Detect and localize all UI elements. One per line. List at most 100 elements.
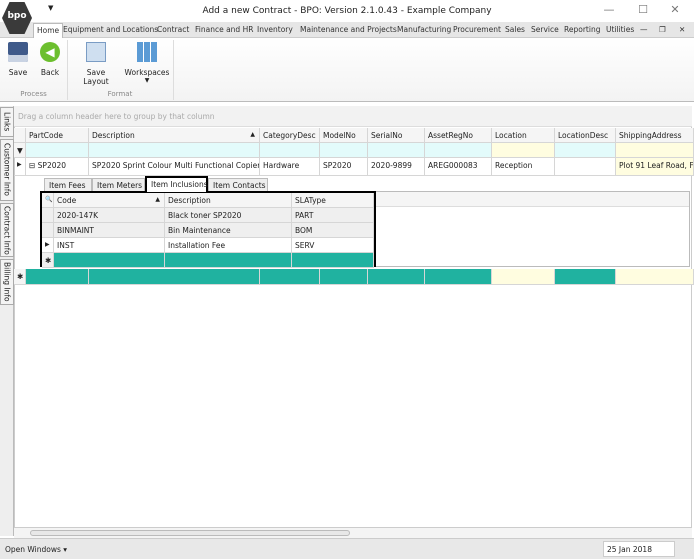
mdi-minimize[interactable]: — <box>640 25 648 34</box>
expand-collapse-icon[interactable]: ⊟ <box>29 161 38 170</box>
ribbon: Save ◀ Back Save Layout Workspaces ▼ Proc… <box>0 38 694 102</box>
filter-modelno[interactable] <box>320 143 368 158</box>
list-item[interactable]: 2020-147K Black toner SP2020 PART <box>42 208 374 223</box>
tab-home[interactable]: Home <box>33 23 64 39</box>
col-description-label: Description <box>92 131 135 140</box>
workspaces-grid-icon <box>137 42 157 62</box>
detail-new-row[interactable]: ✱ <box>42 253 374 268</box>
tab-contract[interactable]: Contract <box>157 25 189 34</box>
col-shippingaddress[interactable]: ShippingAddress <box>616 128 694 143</box>
cell-location: Reception <box>492 158 555 176</box>
grid-new-row[interactable]: ✱ <box>14 269 694 285</box>
col-modelno[interactable]: ModelNo <box>320 128 368 143</box>
cell-code: INST <box>54 238 165 253</box>
filter-location[interactable] <box>492 143 555 158</box>
window-title: Add a new Contract - BPO: Version 2.1.0.… <box>202 6 492 16</box>
tab-manufacturing[interactable]: Manufacturing <box>397 25 451 34</box>
col-categorydesc[interactable]: CategoryDesc <box>260 128 320 143</box>
new-partcode[interactable] <box>26 269 89 285</box>
cell-shippingaddress: Plot 91 Leaf Road, Fo <box>616 158 694 176</box>
new-code[interactable] <box>54 253 165 268</box>
open-windows-button[interactable]: Open Windows ▾ <box>5 545 67 554</box>
row-indicator-header <box>14 128 26 143</box>
new-shippingaddress[interactable] <box>616 269 694 285</box>
tab-item-contacts[interactable]: Item Contacts <box>208 178 268 192</box>
save-layout-label: Save Layout <box>83 68 109 86</box>
mdi-close[interactable]: ✕ <box>679 25 685 34</box>
partcode-value: SP2020 <box>37 161 67 170</box>
cell-partcode: ⊟ SP2020 <box>26 158 89 176</box>
new-slatype[interactable] <box>292 253 374 268</box>
new-description[interactable] <box>165 253 292 268</box>
cell-slatype: PART <box>292 208 374 223</box>
new-serialno[interactable] <box>368 269 425 285</box>
side-tab-billing-info[interactable]: Billing Info <box>0 259 14 305</box>
filter-categorydesc[interactable] <box>260 143 320 158</box>
scrollbar-thumb[interactable] <box>30 530 350 536</box>
filter-shippingaddress[interactable] <box>616 143 694 158</box>
side-tab-contract-info[interactable]: Contract Info <box>0 203 14 257</box>
col-detail-description[interactable]: Description <box>165 193 292 208</box>
cell-serialno: 2020-9899 <box>368 158 425 176</box>
back-label: Back <box>40 68 60 77</box>
col-locationdesc[interactable]: LocationDesc <box>555 128 616 143</box>
col-slatype[interactable]: SLAType <box>292 193 374 208</box>
tab-equipment[interactable]: Equipment and Locations <box>63 25 158 34</box>
col-description[interactable]: Description ▲ <box>89 128 260 143</box>
grid-header-row: PartCode Description ▲ CategoryDesc Model… <box>14 128 694 143</box>
group-label-process: Process <box>20 90 47 98</box>
tab-service[interactable]: Service <box>531 25 559 34</box>
tab-sales[interactable]: Sales <box>505 25 525 34</box>
save-layout-button[interactable]: Save Layout <box>73 42 119 86</box>
cell-slatype: SERV <box>292 238 374 253</box>
col-assetregno[interactable]: AssetRegNo <box>425 128 492 143</box>
ribbon-tabs: Home Equipment and Locations Contract Fi… <box>0 22 694 39</box>
list-item[interactable]: BINMAINT Bin Maintenance BOM <box>42 223 374 238</box>
new-assetregno[interactable] <box>425 269 492 285</box>
save-button[interactable]: Save <box>6 42 30 77</box>
filter-assetregno[interactable] <box>425 143 492 158</box>
filter-icon[interactable]: ▼ <box>14 143 26 158</box>
close-button[interactable]: ✕ <box>660 3 690 16</box>
col-location[interactable]: Location <box>492 128 555 143</box>
new-categorydesc[interactable] <box>260 269 320 285</box>
col-partcode[interactable]: PartCode <box>26 128 89 143</box>
date-field[interactable]: 25 Jan 2018 <box>603 541 675 557</box>
tab-procurement[interactable]: Procurement <box>453 25 501 34</box>
mdi-restore[interactable]: ❐ <box>659 25 666 34</box>
maximize-button[interactable]: ☐ <box>628 3 658 16</box>
tab-item-meters[interactable]: Item Meters <box>92 178 145 192</box>
save-label: Save <box>8 68 28 77</box>
quick-access-dropdown-icon[interactable]: ▼ <box>48 4 53 12</box>
col-code[interactable]: Code ▲ <box>54 193 165 208</box>
tab-maintenance[interactable]: Maintenance and Projects <box>300 25 397 34</box>
filter-locationdesc[interactable] <box>555 143 616 158</box>
tab-item-inclusions[interactable]: Item Inclusions <box>145 176 208 192</box>
back-arrow-icon: ◀ <box>40 42 60 62</box>
minimize-button[interactable]: — <box>594 3 624 16</box>
tab-item-fees[interactable]: Item Fees <box>44 178 92 192</box>
new-description[interactable] <box>89 269 260 285</box>
list-item[interactable]: ▶ INST Installation Fee SERV <box>42 238 374 253</box>
tab-inventory[interactable]: Inventory <box>257 25 293 34</box>
new-modelno[interactable] <box>320 269 368 285</box>
group-by-panel[interactable]: Drag a column header here to group by th… <box>14 106 692 127</box>
back-button[interactable]: ◀ Back <box>38 42 62 77</box>
col-serialno[interactable]: SerialNo <box>368 128 425 143</box>
row-indicator-icon: ▶ <box>42 238 54 253</box>
workspaces-button[interactable]: Workspaces ▼ <box>124 42 170 84</box>
side-tab-customer-info[interactable]: Customer Info <box>0 139 14 201</box>
filter-serialno[interactable] <box>368 143 425 158</box>
tab-utilities[interactable]: Utilities <box>606 25 634 34</box>
filter-description[interactable] <box>89 143 260 158</box>
search-icon[interactable]: 🔍 <box>42 193 54 208</box>
tab-finance[interactable]: Finance and HR <box>195 25 253 34</box>
new-location[interactable] <box>492 269 555 285</box>
filter-partcode[interactable] <box>26 143 89 158</box>
tab-reporting[interactable]: Reporting <box>564 25 600 34</box>
side-tab-links[interactable]: Links <box>0 107 14 137</box>
group-divider <box>173 40 174 100</box>
new-locationdesc[interactable] <box>555 269 616 285</box>
status-bar <box>0 538 694 559</box>
table-row[interactable]: ▶ ⊟ SP2020 SP2020 Sprint Colour Multi Fu… <box>14 158 694 176</box>
